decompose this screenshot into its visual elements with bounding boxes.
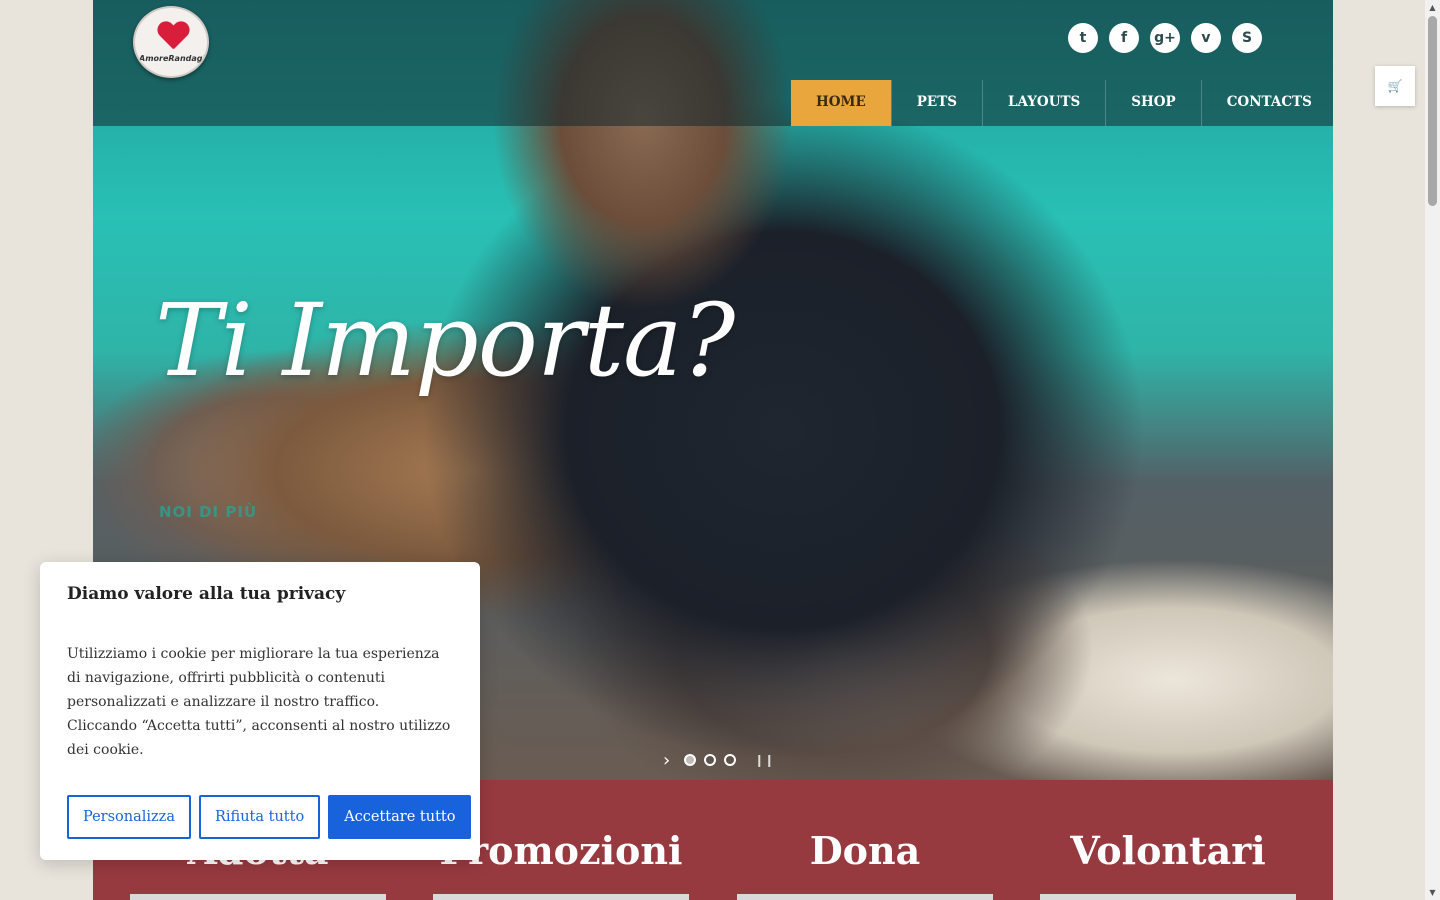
cookie-consent-dialog: Diamo valore alla tua privacy Utilizziam… [40, 562, 480, 860]
twitter-icon[interactable]: t [1068, 23, 1098, 53]
nav-item-pets[interactable]: PETS [890, 80, 982, 126]
feature-image [130, 894, 386, 900]
nav-item-layouts[interactable]: LAYOUTS [982, 80, 1105, 126]
reject-all-button[interactable]: Rifiuta tutto [198, 795, 321, 839]
slider-dot-2[interactable] [704, 754, 717, 766]
nav-item-contacts[interactable]: CONTACTS [1200, 80, 1333, 126]
site-logo[interactable]: AmoreRandagio [133, 6, 209, 78]
heart-icon [157, 22, 189, 52]
feature-image [737, 894, 993, 900]
scroll-up-icon[interactable]: ▲ [1425, 0, 1440, 15]
slider-dot-3[interactable] [724, 754, 737, 766]
customize-button[interactable]: Personalizza [67, 795, 191, 839]
slider-controls: › ❙❙ [663, 750, 774, 771]
hero-title: Ti Importa? [155, 282, 735, 399]
slider-dot-1[interactable] [684, 754, 697, 766]
nav-item-home[interactable]: HOME [791, 80, 891, 126]
vimeo-icon[interactable]: v [1191, 23, 1221, 53]
cart-icon[interactable]: 🛒 [1375, 66, 1415, 106]
chevron-right-icon[interactable]: › [663, 750, 670, 771]
skype-icon[interactable]: S [1232, 23, 1262, 53]
feature-dona[interactable]: Dona [737, 828, 993, 873]
main-nav: HOME PETS LAYOUTS SHOP CONTACTS [791, 80, 1333, 126]
google-plus-icon[interactable]: g+ [1150, 23, 1180, 53]
feature-volontari[interactable]: Volontari [1040, 828, 1296, 873]
cookie-buttons: Personalizza Rifiuta tutto Accettare tut… [67, 795, 472, 839]
pause-icon[interactable]: ❙❙ [754, 753, 774, 767]
scroll-down-icon[interactable]: ▼ [1425, 885, 1440, 900]
feature-image [433, 894, 689, 900]
accept-all-button[interactable]: Accettare tutto [328, 795, 472, 839]
logo-text: AmoreRandagio [139, 54, 209, 63]
feature-image [1040, 894, 1296, 900]
page-scrollbar[interactable]: ▲ ▼ [1425, 0, 1440, 900]
cookie-text: Utilizziamo i cookie per migliorare la t… [67, 646, 451, 758]
cookie-title: Diamo valore alla tua privacy [67, 584, 346, 604]
facebook-icon[interactable]: f [1109, 23, 1139, 53]
nav-item-shop[interactable]: SHOP [1105, 80, 1200, 126]
hero-caption: NOI DI PIÙ [159, 503, 258, 521]
scrollbar-thumb[interactable] [1428, 16, 1437, 206]
